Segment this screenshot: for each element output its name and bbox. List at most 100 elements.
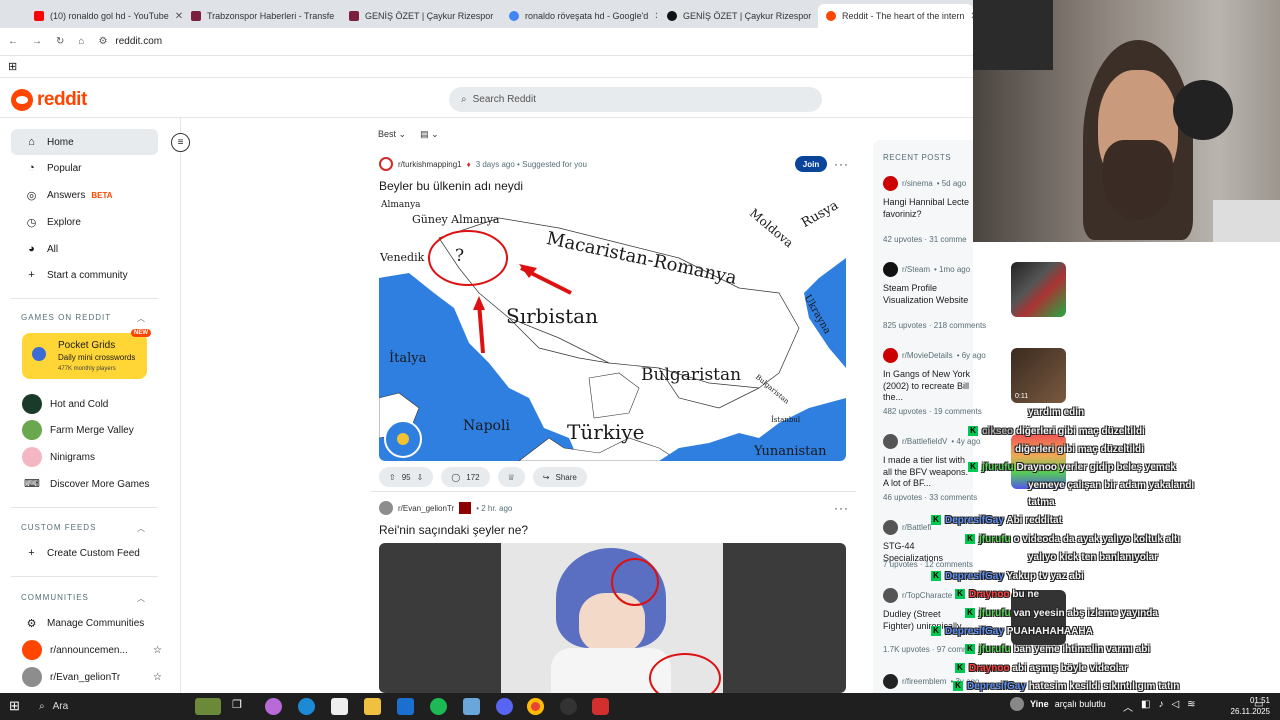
discord-icon[interactable] bbox=[496, 698, 513, 715]
games-section-header[interactable]: GAMES ON REDDIT ︿ bbox=[21, 313, 146, 324]
chrome-icon[interactable] bbox=[527, 698, 544, 715]
reddit-icon bbox=[826, 11, 836, 21]
more-options-icon[interactable]: ··· bbox=[834, 157, 849, 171]
chat-username: cikseo bbox=[982, 426, 1014, 437]
collapse-sidebar-button[interactable]: ≡ bbox=[171, 133, 190, 152]
post-thumbnail[interactable] bbox=[1011, 262, 1066, 317]
community-announcements[interactable]: r/announcemen... ☆ bbox=[22, 640, 162, 660]
post-title[interactable]: Beyler bu ülkenin adı neydi bbox=[379, 179, 523, 193]
taskbar-widget-icon[interactable] bbox=[195, 698, 221, 715]
communities-section-header[interactable]: COMMUNITIES ︿ bbox=[21, 593, 146, 604]
browser-tab-active[interactable]: Reddit - The heart of the intern✕ bbox=[818, 4, 973, 28]
chat-message: yalıyo kick ten banlanıyolar bbox=[1028, 552, 1158, 563]
chat-message: diğerleri gibi maç düzeltildi bbox=[1015, 444, 1144, 455]
sort-dropdown[interactable]: Best ⌄ bbox=[378, 129, 406, 140]
app-icon[interactable] bbox=[463, 698, 480, 715]
share-button[interactable]: ↪ Share bbox=[532, 467, 587, 487]
speaker-icon[interactable]: ◁ bbox=[1171, 699, 1179, 714]
back-icon[interactable]: ← bbox=[8, 36, 18, 47]
sidebar-item-home[interactable]: ⌂ Home bbox=[11, 129, 158, 155]
comments-button[interactable]: ◯ 172 bbox=[441, 467, 490, 487]
chat-username: jfurufu bbox=[979, 608, 1011, 619]
game-ninigrams[interactable]: Ninigrams bbox=[22, 447, 162, 467]
more-options-icon[interactable]: ··· bbox=[834, 501, 849, 515]
browser-tab[interactable]: ronaldo röveşata hd - Google'd✕ bbox=[501, 4, 657, 28]
apps-icon[interactable]: ⊞ bbox=[8, 60, 17, 73]
pocket-grids-card[interactable]: Pocket Grids Daily mini crosswords 477K … bbox=[22, 329, 151, 379]
community-evangelion[interactable]: r/Evan_gelionTr ☆ bbox=[22, 667, 162, 687]
view-dropdown[interactable]: ▤ ⌄ bbox=[420, 129, 439, 140]
home-icon[interactable]: ⌂ bbox=[78, 36, 84, 47]
weather-widget[interactable]: Yine arçalı bulutlu bbox=[1010, 697, 1106, 711]
post-image[interactable] bbox=[379, 543, 846, 693]
edge-icon[interactable] bbox=[298, 698, 315, 715]
flair-icon: ♦ bbox=[466, 159, 471, 169]
upvote-icon[interactable]: ⇧ bbox=[389, 473, 396, 482]
chat-username: DepresifGay bbox=[967, 681, 1026, 692]
explore-icon: ◷ bbox=[26, 216, 37, 229]
sidebar-item-start-community[interactable]: + Start a community bbox=[11, 262, 158, 288]
post-title[interactable]: Rei'nin saçındaki şeyler ne? bbox=[379, 523, 528, 537]
post-map-image[interactable]: Almanya Güney Almanya Venedik ? Macarist… bbox=[379, 198, 846, 461]
award-button[interactable]: ♕ bbox=[497, 467, 525, 487]
close-icon[interactable]: ✕ bbox=[654, 11, 657, 22]
game-hot-and-cold[interactable]: Hot and Cold bbox=[22, 394, 162, 414]
discover-more-games[interactable]: ⌨ Discover More Games bbox=[22, 474, 162, 494]
star-icon[interactable]: ☆ bbox=[153, 672, 162, 683]
all-icon: ◕ bbox=[28, 243, 35, 255]
browser-tab[interactable]: (10) ronaldo gol hd - YouTube ✕ bbox=[26, 4, 182, 28]
spotify-icon[interactable] bbox=[430, 698, 447, 715]
chat-text: hatesim kesildi sıkıntılıgım tatın bbox=[1028, 681, 1180, 692]
rei-image bbox=[501, 543, 723, 693]
sidebar-item-explore[interactable]: ◷ Explore bbox=[11, 209, 158, 235]
reload-icon[interactable]: ↻ bbox=[56, 36, 64, 47]
subreddit-link[interactable]: r/turkishmapping1 bbox=[398, 160, 462, 169]
forward-icon[interactable]: → bbox=[32, 36, 42, 47]
divider bbox=[11, 507, 158, 508]
url-field[interactable]: reddit.com bbox=[115, 36, 162, 47]
chat-message: yardım edin bbox=[1028, 407, 1084, 418]
store-icon[interactable] bbox=[331, 698, 348, 715]
app-icon[interactable] bbox=[592, 698, 609, 715]
address-bar: ← → ↻ ⌂ ⚙ reddit.com bbox=[0, 28, 973, 56]
kick-badge-icon: K bbox=[968, 426, 978, 437]
chevron-up-icon[interactable]: ︿ bbox=[1123, 699, 1133, 714]
browser-tab[interactable]: Trabzonspor Haberleri - Transfe✕ bbox=[183, 4, 339, 28]
kick-badge-icon: K bbox=[955, 589, 965, 600]
kick-badge-icon: K bbox=[953, 681, 963, 692]
downvote-icon[interactable]: ⇩ bbox=[417, 473, 424, 482]
task-view-icon[interactable]: ❐ bbox=[232, 698, 249, 715]
folder-icon[interactable] bbox=[364, 698, 381, 715]
clock[interactable]: 01:51 26.11.2025 bbox=[1231, 695, 1270, 717]
close-icon[interactable]: ✕ bbox=[175, 11, 182, 22]
windows-start-icon[interactable]: ⊞ bbox=[9, 698, 20, 714]
subreddit-link[interactable]: r/Evan_gelionTr bbox=[398, 504, 454, 513]
browser-tab[interactable]: GENİŞ ÖZET | Çaykur Rizespor✕ bbox=[659, 4, 815, 28]
network-icon[interactable]: ◧ bbox=[1141, 699, 1150, 714]
sidebar-item-popular[interactable]: ◔ Popular bbox=[11, 155, 158, 181]
browser-tab[interactable]: GENİŞ ÖZET | Çaykur Rizespor✕ bbox=[341, 4, 497, 28]
game-farm-merge-valley[interactable]: Farm Merge Valley bbox=[22, 420, 162, 440]
chat-username: Draynoo bbox=[969, 589, 1010, 600]
create-custom-feed[interactable]: + Create Custom Feed bbox=[11, 540, 158, 566]
search-input[interactable]: ⌕ Search Reddit bbox=[449, 87, 822, 112]
outlook-icon[interactable] bbox=[397, 698, 414, 715]
site-info-icon[interactable]: ⚙ bbox=[98, 36, 107, 47]
site-icon bbox=[349, 11, 359, 21]
notification-icon[interactable]: ▭ bbox=[1254, 699, 1263, 710]
star-icon[interactable]: ☆ bbox=[153, 645, 162, 656]
sort-bar: Best ⌄ ▤ ⌄ bbox=[378, 129, 439, 140]
chat-text: Abi redditat bbox=[1006, 515, 1062, 526]
obs-icon[interactable] bbox=[560, 698, 577, 715]
mic-icon[interactable]: ♪ bbox=[1158, 699, 1163, 714]
join-button[interactable]: Join bbox=[795, 156, 827, 172]
custom-feeds-section-header[interactable]: CUSTOM FEEDS ︿ bbox=[21, 523, 146, 534]
reddit-logo[interactable]: reddit bbox=[11, 89, 87, 111]
chat-message: K Draynoo bu ne bbox=[955, 589, 1039, 600]
sidebar-item-answers[interactable]: ◎ Answers BETA bbox=[11, 182, 158, 208]
sidebar-item-all[interactable]: ◕ All bbox=[11, 236, 158, 262]
copilot-icon[interactable] bbox=[265, 698, 282, 715]
post-thumbnail[interactable]: 0:11 bbox=[1011, 348, 1066, 403]
wifi-icon[interactable]: ≋ bbox=[1187, 699, 1195, 714]
manage-communities[interactable]: ⚙ Manage Communities bbox=[11, 610, 158, 636]
